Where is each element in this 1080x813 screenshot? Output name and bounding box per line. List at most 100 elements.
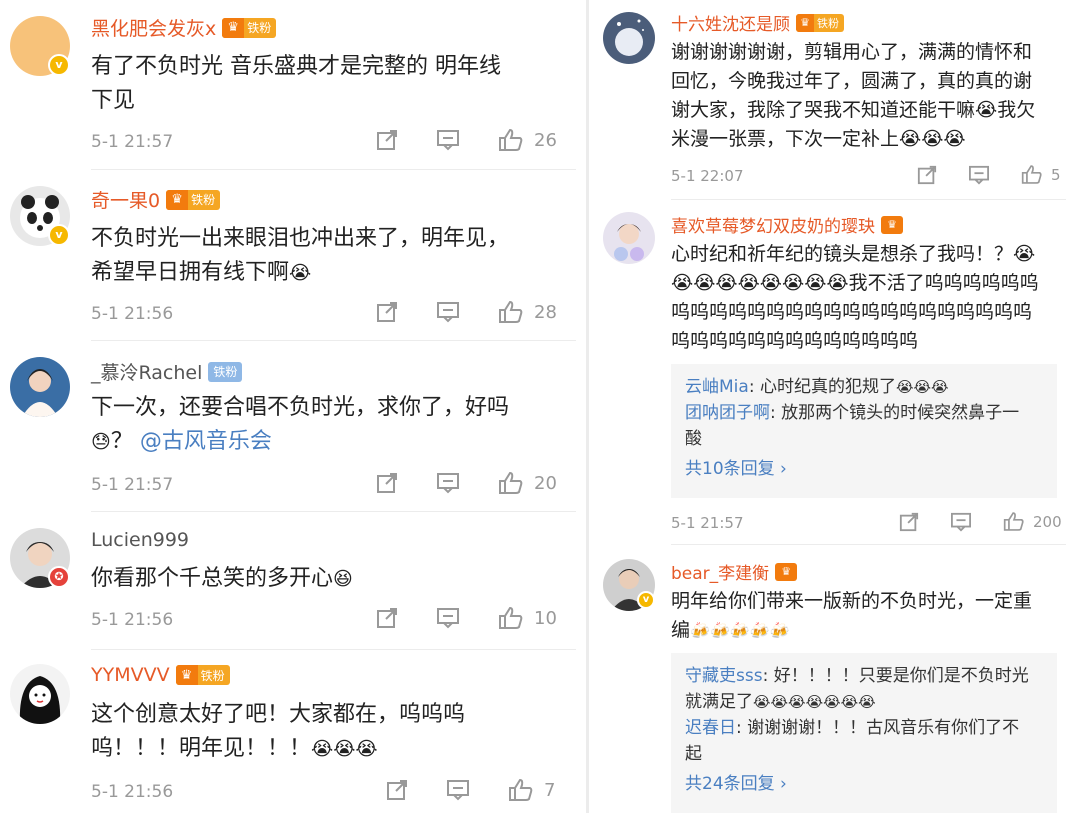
avatar[interactable] xyxy=(10,664,70,724)
thinking-emoji: 😓 xyxy=(91,431,111,453)
more-replies-link[interactable]: 共10条回复 › xyxy=(685,456,1043,482)
like-icon[interactable] xyxy=(498,128,524,152)
like-icon[interactable] xyxy=(498,606,524,630)
crown-icon: ♛ xyxy=(796,13,814,32)
comment-text: 下一次，还要合唱不负时光，求你了，好吗 😓？ @古风音乐会 xyxy=(91,391,571,459)
crown-icon: ♛ xyxy=(175,665,198,685)
comment-time: 5-1 21:56 xyxy=(91,304,174,324)
like-icon[interactable] xyxy=(498,300,524,324)
reply-item: 迟春日: 谢谢谢谢！！！古风音乐有你们了不 xyxy=(685,718,1020,738)
comment-time: 5-1 21:56 xyxy=(91,610,174,630)
comment-actions: 200 xyxy=(899,511,1062,532)
crying-emoji: 😭😭😭 xyxy=(895,378,949,396)
reply-username[interactable]: 团呐团子啊 xyxy=(685,403,770,423)
share-icon[interactable] xyxy=(376,301,398,323)
fan-badge: ♛ 铁粉 xyxy=(166,189,221,210)
comment-time: 5-1 21:57 xyxy=(91,132,174,152)
like-icon[interactable] xyxy=(498,471,524,495)
laughing-emoji: 😆 xyxy=(333,568,353,590)
fan-badge: ♛ 铁粉 xyxy=(175,665,230,685)
comment-text: 有了不负时光 音乐盛典才是完整的 明年线 下见 xyxy=(91,54,501,113)
like-icon[interactable] xyxy=(1021,164,1043,185)
username[interactable]: 喜欢草莓梦幻双皮奶的璎玦 ♛ xyxy=(671,212,903,237)
comment-time: 5-1 22:07 xyxy=(671,167,744,185)
avatar[interactable] xyxy=(603,212,655,264)
avatar[interactable] xyxy=(603,12,655,64)
comment-actions: 5 xyxy=(917,164,1061,185)
crying-emoji: 😭 xyxy=(289,262,312,284)
comment-icon[interactable] xyxy=(950,512,972,532)
comment-icon[interactable] xyxy=(436,472,460,494)
comment-item: 喜欢草莓梦幻双皮奶的璎玦 ♛ 心时纪和祈年纪的镜头是想杀了我吗！？😭 😭😭😭😭😭… xyxy=(589,200,1080,545)
crying-emoji: 😭 xyxy=(975,99,998,121)
comment-time: 5-1 21:57 xyxy=(671,514,744,532)
comment-icon[interactable] xyxy=(436,129,460,151)
like-count: 200 xyxy=(1033,512,1062,531)
comment-text: 心时纪和祈年纪的镜头是想杀了我吗！？😭 😭😭😭😭😭😭😭😭我不活了呜呜呜呜呜呜 呜… xyxy=(671,240,1071,356)
username[interactable]: bear_李建衡 ♛ xyxy=(671,559,798,584)
like-icon[interactable] xyxy=(1003,511,1025,532)
reply-preview[interactable]: 守藏吏sss: 好！！！！只要是你们是不负时光 就满足了😭😭😭😭😭😭😭 迟春日:… xyxy=(671,653,1057,813)
comment-time: 5-1 21:56 xyxy=(91,782,174,802)
username[interactable]: 十六姓沈还是顾 ♛ 铁粉 xyxy=(671,10,844,35)
avatar[interactable] xyxy=(10,357,70,417)
verified-icon: v xyxy=(637,591,655,609)
reply-item: 团呐团子啊: 放那两个镜头的时候突然鼻子一 xyxy=(685,403,1020,423)
comment-time: 5-1 21:57 xyxy=(91,475,174,495)
share-icon[interactable] xyxy=(376,607,398,629)
reply-username[interactable]: 迟春日 xyxy=(685,718,736,738)
crown-icon: ♛ xyxy=(887,218,897,231)
reply-continuation: 就满足了😭😭😭😭😭😭😭 xyxy=(685,689,1043,715)
username[interactable]: Lucien999 xyxy=(91,529,189,551)
reply-continuation: 起 xyxy=(685,744,702,764)
comment-actions: 28 xyxy=(376,300,557,324)
comment-actions: 26 xyxy=(376,128,557,152)
like-count: 28 xyxy=(534,301,557,323)
comment-item: _慕泠Rachel 铁粉 下一次，还要合唱不负时光，求你了，好吗 😓？ @古风音… xyxy=(0,341,586,512)
comment-text: 你看那个千总笑的多开心😆 xyxy=(91,562,571,596)
comment-icon[interactable] xyxy=(436,301,460,323)
reply-username[interactable]: 云岫Mia xyxy=(685,377,749,397)
comment-item: ✪ Lucien999 你看那个千总笑的多开心😆 5-1 21:56 10 xyxy=(0,512,586,650)
crown-icon: ♛ xyxy=(166,189,189,210)
crying-emoji: 😭 xyxy=(1013,243,1036,265)
like-icon[interactable] xyxy=(508,778,534,802)
share-icon[interactable] xyxy=(376,129,398,151)
username[interactable]: 奇一果0 ♛ 铁粉 xyxy=(91,186,221,213)
comment-text: 明年给你们带来一版新的不负时光，一定重 编🍻🍻🍻🍻🍻 xyxy=(671,587,1071,645)
comment-text: 谢谢谢谢谢谢，剪辑用心了，满满的情怀和 回忆，今晚我过年了，圆满了，真的真的谢 … xyxy=(671,38,1071,154)
username[interactable]: 黑化肥会发灰x ♛ 铁粉 xyxy=(91,14,277,41)
comment-item: YYMVVV ♛ 铁粉 这个创意太好了吧！大家都在，呜呜呜 呜！！！明年见！！！😭… xyxy=(0,650,586,813)
like-count: 26 xyxy=(534,129,557,151)
more-replies-link[interactable]: 共24条回复 › xyxy=(685,771,1043,797)
comment-actions: 7 xyxy=(386,778,555,802)
fan-badge: ♛ 铁粉 xyxy=(796,13,844,32)
like-count: 7 xyxy=(544,779,556,801)
reply-username[interactable]: 守藏吏sss xyxy=(685,666,763,686)
comment-icon[interactable] xyxy=(446,779,470,801)
reply-preview[interactable]: 云岫Mia: 心时纪真的犯规了😭😭😭 团呐团子啊: 放那两个镜头的时候突然鼻子一… xyxy=(671,364,1057,498)
fan-badge: ♛ xyxy=(881,215,903,234)
share-icon[interactable] xyxy=(376,472,398,494)
mention-link[interactable]: @古风音乐会 xyxy=(140,429,272,454)
share-icon[interactable] xyxy=(917,165,937,185)
like-count: 20 xyxy=(534,472,557,494)
share-icon[interactable] xyxy=(386,779,408,801)
verified-icon: v xyxy=(48,224,70,246)
username[interactable]: _慕泠Rachel 铁粉 xyxy=(91,358,243,385)
comment-text: 不负时光一出来眼泪也冲出来了，明年见， 希望早日拥有线下啊😭 xyxy=(91,222,571,290)
reply-item: 云岫Mia: 心时纪真的犯规了😭😭😭 xyxy=(685,374,1043,400)
crying-emoji: 😭😭😭😭😭😭😭 xyxy=(753,693,876,711)
left-comment-column: v 黑化肥会发灰x ♛ 铁粉 有了不负时光 音乐盛典才是完整的 明年线 下见 5-… xyxy=(0,0,586,813)
crown-icon: ♛ xyxy=(781,565,792,578)
crown-icon: ♛ xyxy=(222,17,245,38)
comment-text: 这个创意太好了吧！大家都在，呜呜呜 呜！！！明年见！！！😭😭😭 xyxy=(91,698,571,766)
comment-actions: 20 xyxy=(376,471,557,495)
username[interactable]: YYMVVV ♛ 铁粉 xyxy=(91,664,230,686)
comment-icon[interactable] xyxy=(968,165,990,185)
comment-icon[interactable] xyxy=(436,607,460,629)
verified-icon: v xyxy=(48,54,70,76)
share-icon[interactable] xyxy=(899,512,919,532)
right-comment-column: 十六姓沈还是顾 ♛ 铁粉 谢谢谢谢谢谢，剪辑用心了，满满的情怀和 回忆，今晚我过年… xyxy=(589,0,1080,813)
fan-badge: ♛ 铁粉 xyxy=(222,17,277,38)
